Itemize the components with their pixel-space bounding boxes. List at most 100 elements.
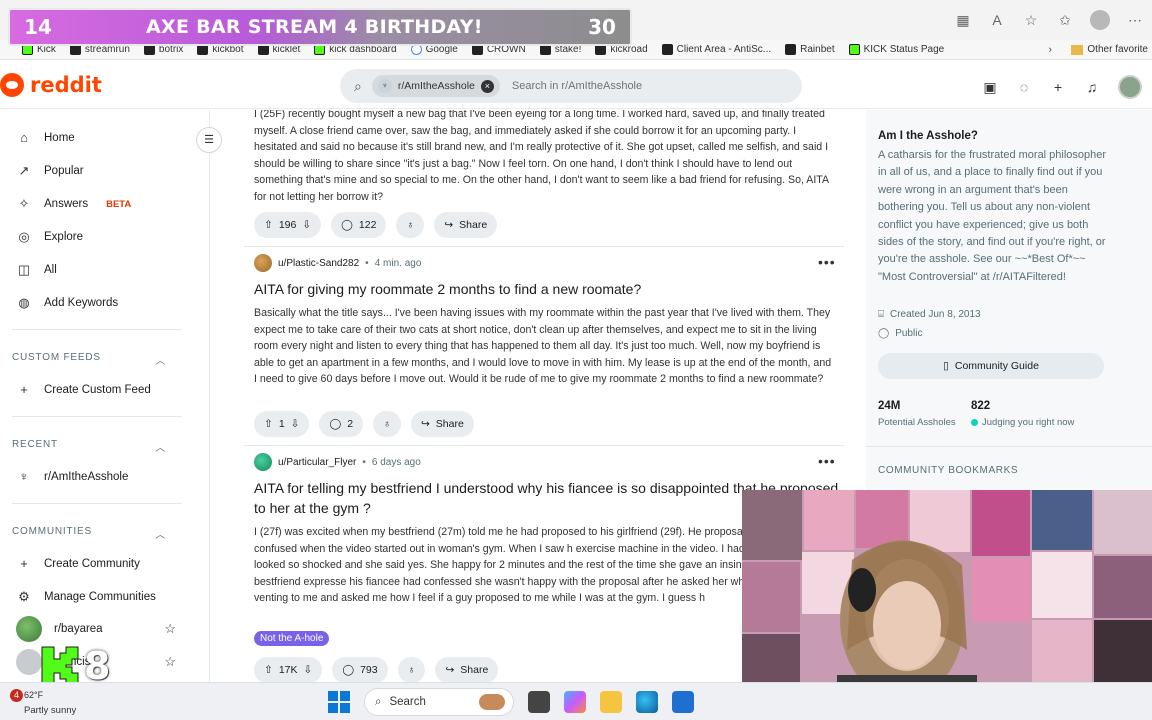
- post-author[interactable]: u/Particular_Flyer: [278, 457, 356, 468]
- nav-answers[interactable]: ✧ Answers BETA: [16, 192, 132, 216]
- advertise-icon[interactable]: ▣: [982, 79, 998, 95]
- favorites-icon[interactable]: ✩: [1056, 11, 1074, 29]
- windows-start-icon[interactable]: [328, 691, 350, 713]
- post-time: 4 min. ago: [374, 257, 422, 269]
- comments-button[interactable]: ◯ 793: [332, 657, 388, 683]
- manage-communities[interactable]: ⚙ Manage Communities: [16, 585, 156, 609]
- created-date: ⌸ Created Jun 8, 2013: [878, 309, 981, 320]
- community-bayarea[interactable]: r/bayarea ☆: [16, 616, 176, 642]
- rainbet-icon: [785, 44, 797, 55]
- upvote-icon[interactable]: ⇧: [264, 418, 273, 430]
- comments-button[interactable]: ◯ 2: [319, 411, 364, 437]
- book-icon: ▯: [943, 360, 949, 372]
- more-icon[interactable]: ⋯: [1126, 11, 1144, 29]
- dot-separator: •: [362, 456, 366, 468]
- notification-badge: 4: [10, 689, 23, 702]
- search-icon: ⌕: [354, 77, 362, 94]
- downvote-icon[interactable]: ⇩: [302, 219, 311, 231]
- bookmark-client-area[interactable]: Client Area - AntiSc...: [661, 44, 771, 55]
- upvote-icon[interactable]: ⇧: [264, 664, 273, 676]
- chevron-up-icon: ︿: [155, 443, 166, 454]
- file-explorer-icon[interactable]: [600, 691, 622, 713]
- chevron-up-icon: ︿: [155, 530, 166, 541]
- favorite-star-icon[interactable]: ☆: [1022, 11, 1040, 29]
- post-body[interactable]: I (25F) recently bought myself a new bag…: [254, 110, 834, 206]
- custom-feeds-header[interactable]: CUSTOM FEEDS ︿: [12, 352, 166, 367]
- downvote-icon[interactable]: ⇩: [304, 664, 313, 676]
- post-title[interactable]: AITA for giving my roommate 2 months to …: [254, 279, 839, 299]
- award-button[interactable]: ♁: [396, 212, 425, 238]
- close-icon[interactable]: ×: [480, 79, 494, 93]
- nav-all[interactable]: ◫ All: [16, 258, 57, 282]
- upvote-icon[interactable]: ⇧: [264, 219, 273, 231]
- nav-popular[interactable]: ↗ Popular: [16, 159, 84, 183]
- more-options-icon[interactable]: •••: [818, 254, 836, 270]
- read-aloud-icon[interactable]: A: [988, 11, 1006, 29]
- community-guide-button[interactable]: ▯ Community Guide: [878, 353, 1104, 379]
- nav-home[interactable]: ⌂ Home: [16, 126, 75, 150]
- search-input[interactable]: Search in r/AmItheAsshole: [512, 80, 642, 92]
- community-description: A catharsis for the frustrated moral phi…: [878, 149, 1107, 283]
- author-avatar[interactable]: [254, 453, 272, 471]
- share-button[interactable]: ↪ Share: [410, 411, 474, 437]
- create-custom-feed[interactable]: + Create Custom Feed: [16, 378, 151, 402]
- star-icon[interactable]: ☆: [164, 621, 176, 637]
- reddit-logo[interactable]: reddit: [0, 73, 102, 97]
- store-icon[interactable]: [672, 691, 694, 713]
- home-icon: ⌂: [20, 130, 28, 145]
- recent-header[interactable]: RECENT ︿: [12, 439, 166, 454]
- author-avatar[interactable]: [254, 254, 272, 272]
- taskbar-search[interactable]: ⌕ Search: [364, 688, 514, 716]
- bookmark-other-favorites[interactable]: Other favorite: [1065, 40, 1148, 59]
- divider: [12, 329, 182, 330]
- online-dot-icon: [971, 419, 978, 426]
- vote-control[interactable]: ⇧ 1 ⇩: [254, 411, 310, 437]
- vote-control[interactable]: ⇧ 196 ⇩: [254, 212, 322, 238]
- comments-button[interactable]: ◯ 122: [331, 212, 387, 238]
- create-community[interactable]: + Create Community: [16, 552, 140, 576]
- star-icon[interactable]: ☆: [164, 654, 176, 670]
- search-bar[interactable]: ⌕ ♆ r/AmItheAsshole × Search in r/AmIthe…: [340, 69, 802, 103]
- kick-logo-icon: [41, 646, 79, 686]
- recent-subreddit[interactable]: ♆ r/AmItheAsshole: [16, 465, 128, 489]
- collapse-sidebar-button[interactable]: ☰: [196, 127, 222, 153]
- post-divider: [244, 445, 844, 446]
- user-avatar[interactable]: [1118, 75, 1142, 99]
- chevron-right-icon[interactable]: ›: [1048, 40, 1052, 59]
- nav-explore[interactable]: ◎ Explore: [16, 225, 83, 249]
- vote-control[interactable]: ⇧ 17K ⇩: [254, 657, 323, 683]
- cake-icon: ⌸: [878, 309, 884, 320]
- copilot-icon[interactable]: [564, 691, 586, 713]
- award-button[interactable]: ♁: [373, 411, 401, 437]
- communities-header[interactable]: COMMUNITIES ︿: [12, 526, 166, 541]
- apps-icon[interactable]: ▦: [954, 11, 972, 29]
- page-icon: [661, 44, 673, 55]
- popular-icon: ↗: [18, 163, 30, 178]
- post-flair[interactable]: Not the A-hole: [254, 631, 330, 646]
- stream-goal-banner: 14 AXE BAR STREAM 4 BIRTHDAY! 30: [8, 8, 632, 46]
- task-view-icon[interactable]: [528, 691, 550, 713]
- share-button[interactable]: ↪ Share: [434, 212, 498, 238]
- edge-browser-icon[interactable]: [636, 691, 658, 713]
- answers-icon: ✧: [18, 196, 30, 211]
- post-body[interactable]: Basically what the title says... I've be…: [254, 305, 834, 388]
- share-button[interactable]: ↪ Share: [435, 657, 499, 683]
- chat-icon[interactable]: ◌: [1016, 79, 1032, 95]
- bookmark-rainbet[interactable]: Rainbet: [785, 44, 835, 55]
- award-button[interactable]: ♁: [397, 657, 426, 683]
- taskbar-apps: ⌕ Search: [328, 688, 694, 716]
- notifications-bell-icon[interactable]: ♫: [1084, 79, 1100, 95]
- post-actions: ⇧ 1 ⇩ ◯ 2 ♁ ↪ Share: [254, 411, 474, 437]
- nav-add-keywords[interactable]: ◍ Add Keywords: [16, 291, 118, 315]
- bookmark-kick-status[interactable]: KICK Status Page: [848, 44, 944, 55]
- more-options-icon[interactable]: •••: [818, 453, 836, 469]
- post-author[interactable]: u/Plastic-Sand282: [278, 258, 359, 269]
- header-actions: ▣ ◌ + ♫: [982, 75, 1142, 99]
- screen: ▦ A ☆ ✩ ⋯ Kick streamrun botrix kickbot …: [0, 0, 1152, 720]
- goal-title: AXE BAR STREAM 4 BIRTHDAY!: [146, 16, 483, 38]
- downvote-icon[interactable]: ⇩: [291, 418, 300, 430]
- profile-avatar[interactable]: [1090, 10, 1110, 30]
- weather-widget[interactable]: 4 62°F Partly sunny: [4, 686, 124, 718]
- subreddit-search-chip[interactable]: ♆ r/AmItheAsshole ×: [371, 75, 500, 97]
- create-post-icon[interactable]: +: [1050, 79, 1066, 95]
